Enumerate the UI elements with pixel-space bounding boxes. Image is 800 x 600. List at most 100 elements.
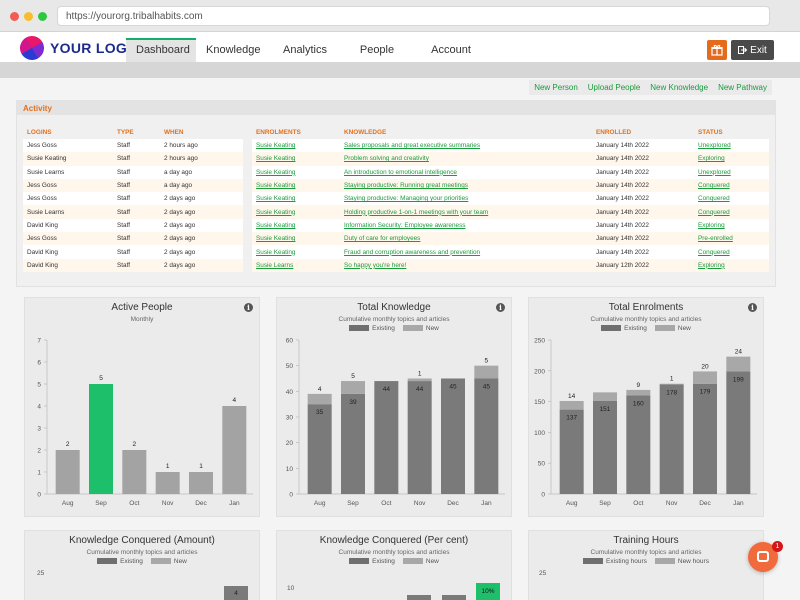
knowledge-link[interactable]: An introduction to emotional intelligenc… xyxy=(340,165,592,179)
login-name: David King xyxy=(23,218,113,233)
login-type: Staff xyxy=(113,258,160,272)
tab-account[interactable]: Account xyxy=(414,38,488,62)
upload-people-link[interactable]: Upload People xyxy=(583,80,645,95)
bar-existing[interactable] xyxy=(726,371,751,494)
status-link[interactable]: Conquered xyxy=(694,192,769,206)
status-link[interactable]: Conquered xyxy=(694,245,769,259)
knowledge-link[interactable]: Fraud and corruption awareness and preve… xyxy=(340,245,592,259)
bar[interactable] xyxy=(122,450,147,494)
y-tick-label: 50 xyxy=(286,363,294,370)
bar-existing[interactable] xyxy=(693,383,717,494)
knowledge-link[interactable]: Holding productive 1-on-1 meetings with … xyxy=(340,205,592,219)
bar[interactable] xyxy=(155,472,180,494)
new-pathway-link[interactable]: New Pathway xyxy=(713,80,772,95)
enrolment-person-link[interactable]: Susie Keating xyxy=(252,218,340,233)
knowledge-link[interactable]: Sales proposals and great executive summ… xyxy=(340,139,592,153)
enrolment-person-link[interactable]: Susie Keating xyxy=(252,205,340,219)
tab-analytics[interactable]: Analytics xyxy=(270,38,340,62)
bar-existing[interactable] xyxy=(341,393,365,494)
table-row: Susie Learns Staff a day ago xyxy=(23,165,243,179)
enrolments-table: ENROLMENTS KNOWLEDGE ENROLLED STATUS Sus… xyxy=(252,126,769,272)
enrolment-person-link[interactable]: Susie Keating xyxy=(252,139,340,153)
enrolment-person-link[interactable]: Susie Keating xyxy=(252,232,340,246)
new-knowledge-link[interactable]: New Knowledge xyxy=(645,80,713,95)
bar[interactable] xyxy=(55,450,80,494)
bar[interactable] xyxy=(189,472,213,494)
login-name: Susie Learns xyxy=(23,165,113,179)
table-row: Susie Keating An introduction to emotiona… xyxy=(252,165,769,179)
status-link[interactable]: Exploring xyxy=(694,258,769,272)
bar-existing[interactable] xyxy=(407,381,432,494)
bar-existing-label: 160 xyxy=(633,400,644,407)
login-type: Staff xyxy=(113,165,160,179)
table-row: Jess Goss Staff 2 days ago xyxy=(23,232,243,246)
gift-icon[interactable] xyxy=(707,40,727,60)
status-link[interactable]: Conquered xyxy=(694,178,769,193)
bar-existing-label: 199 xyxy=(733,376,744,383)
tab-knowledge[interactable]: Knowledge xyxy=(196,38,270,62)
bar-new[interactable] xyxy=(407,378,432,382)
status-link[interactable]: Conquered xyxy=(694,205,769,219)
y-tick-label: 40 xyxy=(286,389,294,396)
login-when: 2 days ago xyxy=(160,245,243,259)
address-bar[interactable]: https://yourorg.tribalhabits.com xyxy=(57,6,770,26)
close-window-dot[interactable] xyxy=(10,12,19,21)
knowledge-link[interactable]: Information Security: Employee awareness xyxy=(340,218,592,233)
enrolment-person-link[interactable]: Susie Keating xyxy=(252,152,340,166)
bar-new[interactable] xyxy=(659,383,684,385)
knowledge-link[interactable]: So happy you're here! xyxy=(340,258,592,272)
bar-existing xyxy=(442,595,466,600)
exit-button[interactable]: Exit xyxy=(731,40,774,60)
training-hours-chart: Training Hours Cumulative monthly topics… xyxy=(528,530,764,600)
enrolment-person-link[interactable]: Susie Keating xyxy=(252,178,340,193)
x-tick-label: Jan xyxy=(481,500,492,507)
x-tick-label: Jan xyxy=(733,500,744,507)
bar-existing[interactable] xyxy=(626,395,651,494)
enrolment-person-link[interactable]: Susie Learns xyxy=(252,258,340,272)
bar-value-label: 10% xyxy=(481,588,494,595)
status-link[interactable]: Pre-enrolled xyxy=(694,232,769,246)
knowledge-link[interactable]: Staying productive: Running great meetin… xyxy=(340,178,592,193)
bar-existing[interactable] xyxy=(559,409,584,494)
bar-value-label: 4 xyxy=(234,590,238,597)
bar[interactable] xyxy=(89,384,113,494)
bar-new[interactable] xyxy=(307,393,332,405)
enrolment-person-link[interactable]: Susie Keating xyxy=(252,165,340,179)
bar-existing[interactable] xyxy=(474,378,499,495)
y-tick-label: 25 xyxy=(37,570,45,577)
bar-new[interactable] xyxy=(559,400,584,410)
y-tick-label: 150 xyxy=(534,399,545,406)
bar-new[interactable] xyxy=(341,381,365,394)
minimize-window-dot[interactable] xyxy=(24,12,33,21)
maximize-window-dot[interactable] xyxy=(38,12,47,21)
bar-existing[interactable] xyxy=(307,404,332,494)
bar-existing[interactable] xyxy=(441,378,465,495)
bar-new[interactable] xyxy=(726,356,751,372)
bar-existing[interactable] xyxy=(593,400,617,494)
status-link[interactable]: Exploring xyxy=(694,218,769,233)
type-header: TYPE xyxy=(117,129,134,136)
bar[interactable] xyxy=(222,406,247,494)
bar-existing-label: 39 xyxy=(349,399,357,406)
knowledge-link[interactable]: Duty of care for employees xyxy=(340,232,592,246)
status-link[interactable]: Exploring xyxy=(694,152,769,166)
tab-dashboard[interactable]: Dashboard xyxy=(126,38,196,62)
table-row: Susie Keating Problem solving and creativ… xyxy=(252,152,769,166)
status-link[interactable]: Unexplored xyxy=(694,139,769,153)
status-link[interactable]: Unexplored xyxy=(694,165,769,179)
logo[interactable]: YOUR LOGO xyxy=(15,32,138,65)
knowledge-link[interactable]: Staying productive: Managing your priori… xyxy=(340,192,592,206)
y-tick-label: 25 xyxy=(539,570,547,577)
bar-existing-label: 137 xyxy=(566,415,577,422)
new-person-link[interactable]: New Person xyxy=(529,80,583,95)
enrolment-person-link[interactable]: Susie Keating xyxy=(252,245,340,259)
tab-people[interactable]: People xyxy=(340,38,414,62)
enrolment-person-link[interactable]: Susie Keating xyxy=(252,192,340,206)
bar-new[interactable] xyxy=(474,365,499,379)
bar-existing[interactable] xyxy=(374,381,399,494)
bar-new[interactable] xyxy=(626,389,651,396)
knowledge-link[interactable]: Problem solving and creativity xyxy=(340,152,592,166)
bar-new[interactable] xyxy=(693,371,717,384)
bar-existing[interactable] xyxy=(659,384,684,494)
bar-new[interactable] xyxy=(593,392,617,401)
